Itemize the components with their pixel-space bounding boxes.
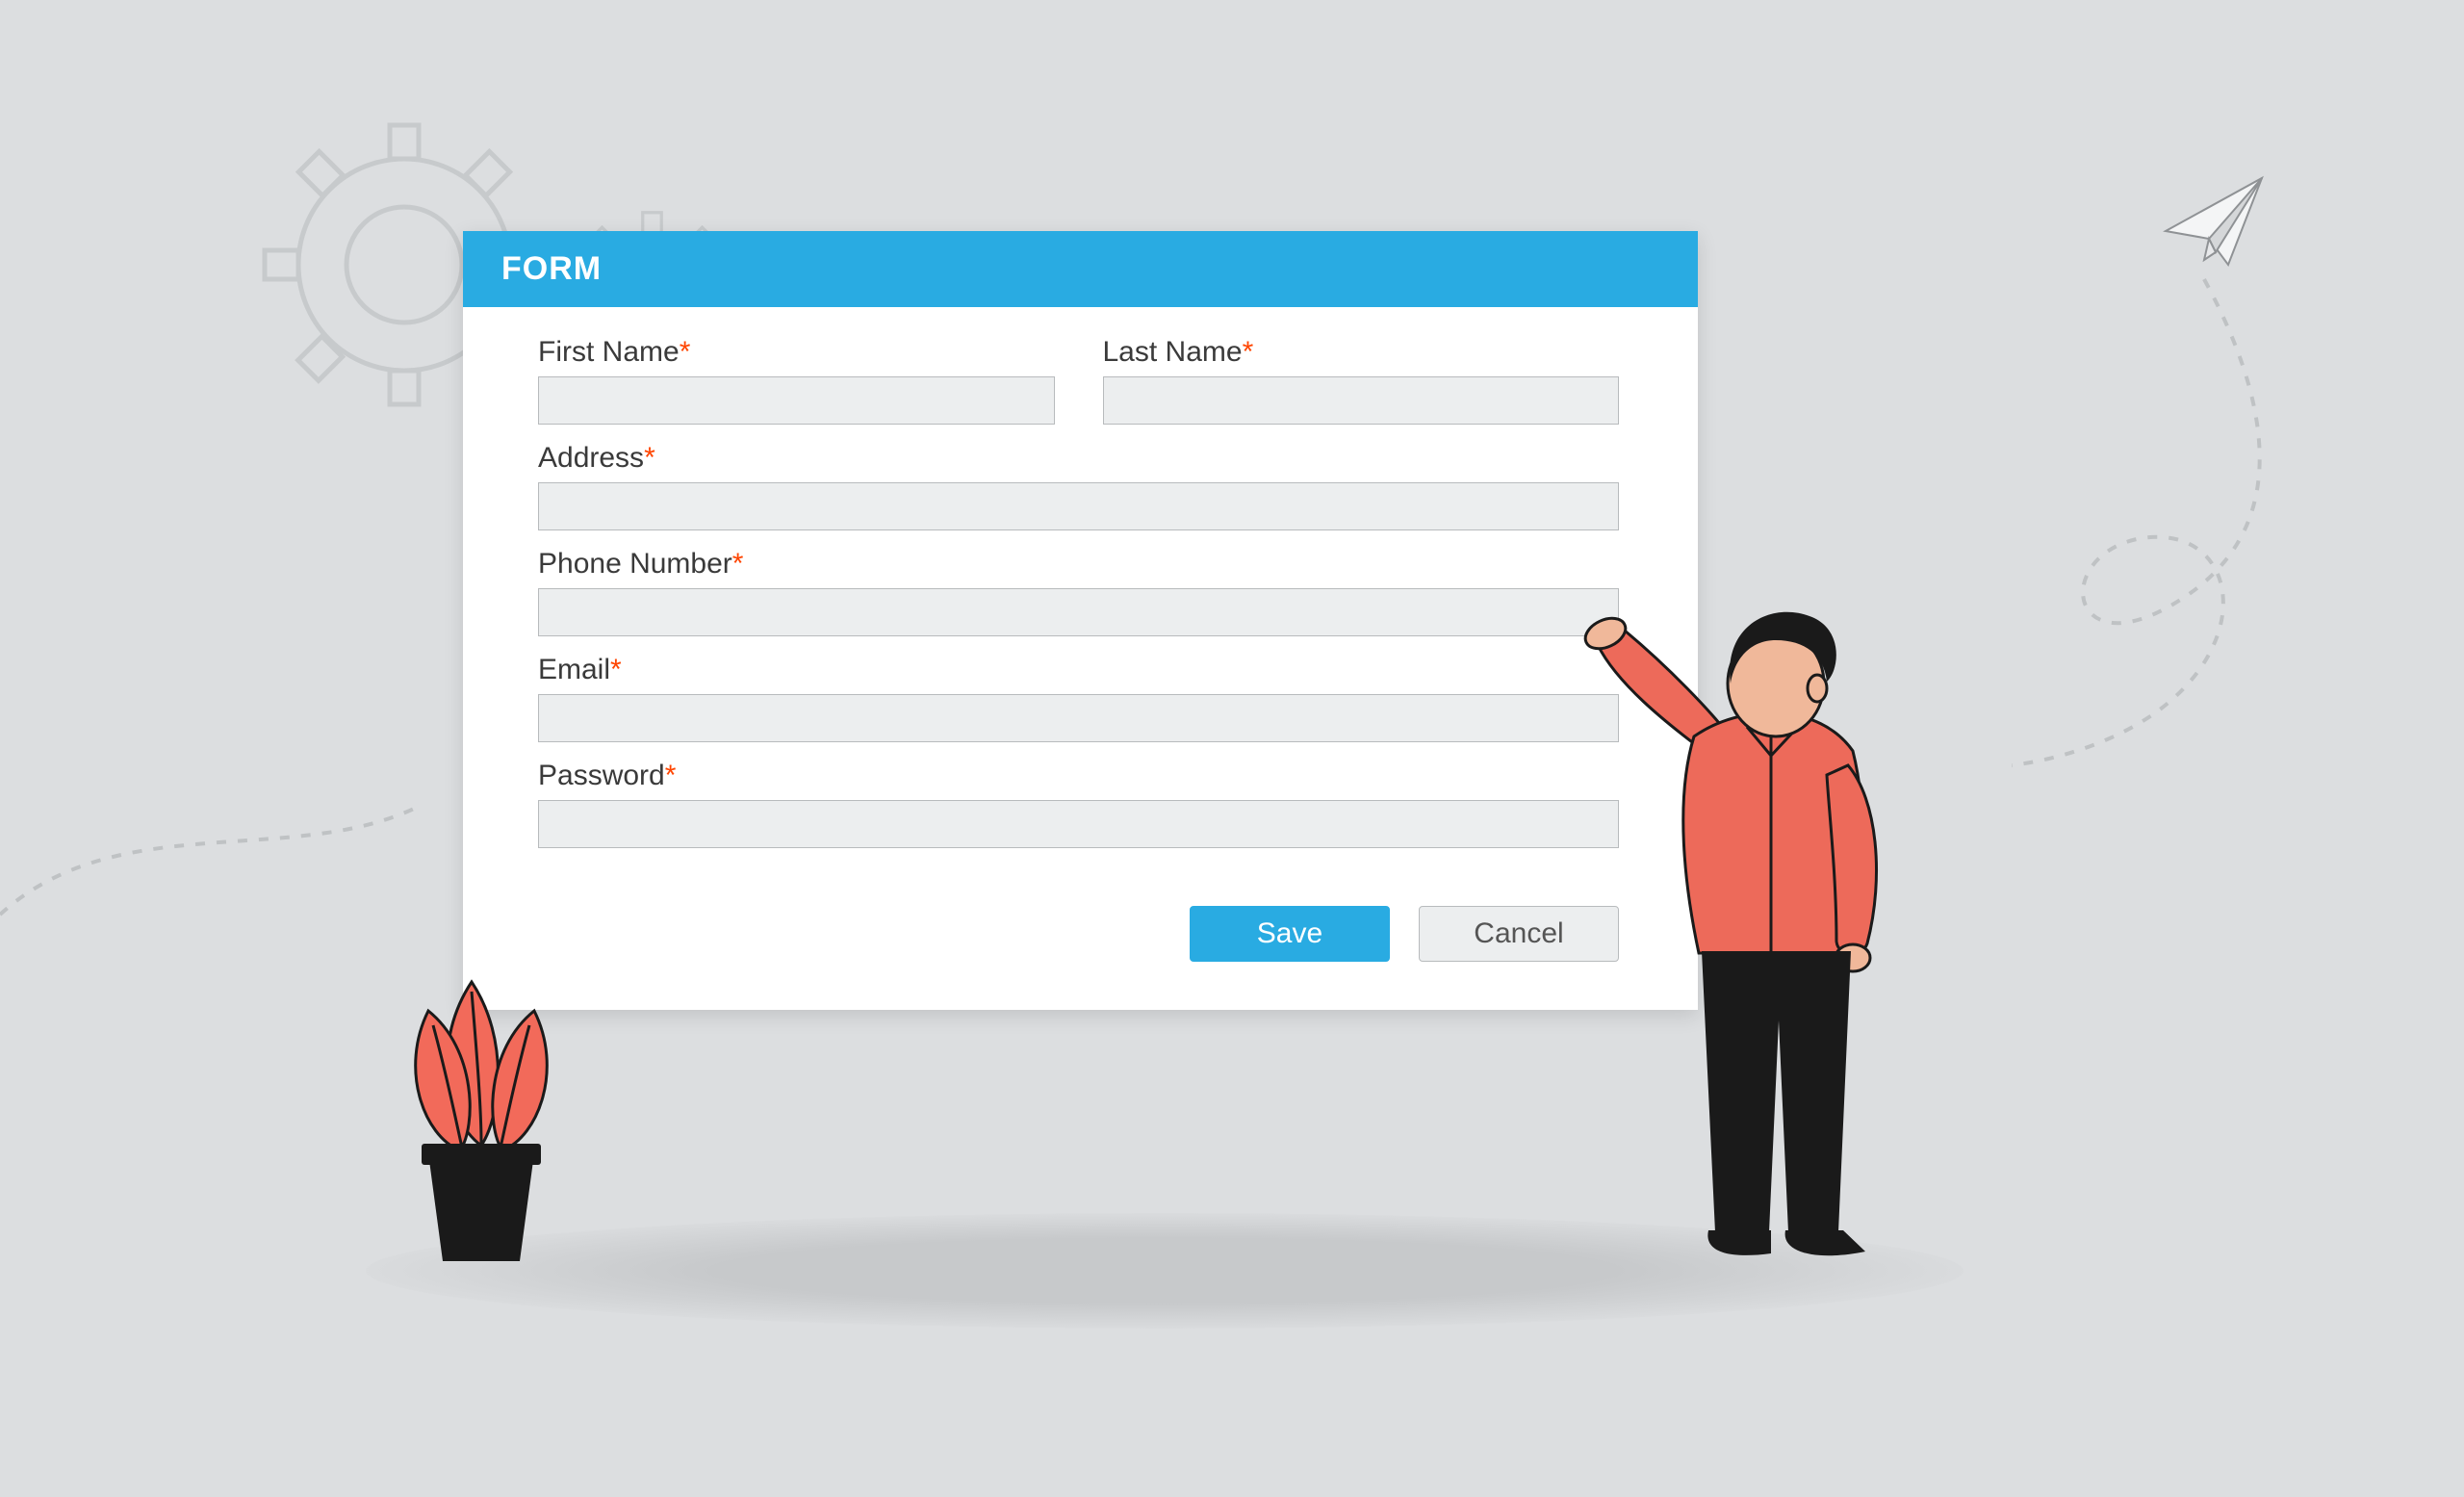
- paper-plane-icon: [2156, 164, 2272, 279]
- last-name-label-text: Last Name: [1103, 336, 1243, 368]
- dashed-line-decoration: [0, 799, 414, 1011]
- password-label-text: Password: [538, 760, 665, 791]
- save-button[interactable]: Save: [1190, 906, 1390, 962]
- last-name-label: Last Name*: [1103, 336, 1620, 369]
- form-actions: Save Cancel: [538, 906, 1619, 962]
- phone-label: Phone Number*: [538, 548, 1619, 581]
- address-label: Address*: [538, 442, 1619, 475]
- email-label: Email*: [538, 654, 1619, 686]
- address-label-text: Address: [538, 442, 644, 474]
- dashed-path-decoration: [2012, 270, 2320, 770]
- first-name-label-text: First Name: [538, 336, 680, 368]
- required-marker: *: [644, 442, 655, 474]
- required-marker: *: [1243, 336, 1254, 368]
- form-title: FORM: [463, 231, 1698, 307]
- phone-input[interactable]: [538, 588, 1619, 636]
- cancel-button[interactable]: Cancel: [1419, 906, 1619, 962]
- password-label: Password*: [538, 760, 1619, 792]
- ground-shadow: [366, 1213, 1964, 1329]
- email-input[interactable]: [538, 694, 1619, 742]
- required-marker: *: [680, 336, 691, 368]
- form-card: FORM First Name* Last Name* Address*: [463, 231, 1698, 1010]
- password-input[interactable]: [538, 800, 1619, 848]
- required-marker: *: [610, 654, 622, 685]
- required-marker: *: [732, 548, 744, 580]
- required-marker: *: [665, 760, 677, 791]
- address-input[interactable]: [538, 482, 1619, 530]
- last-name-input[interactable]: [1103, 376, 1620, 425]
- phone-label-text: Phone Number: [538, 548, 732, 580]
- form-body: First Name* Last Name* Address*: [463, 307, 1698, 1010]
- first-name-input[interactable]: [538, 376, 1055, 425]
- email-label-text: Email: [538, 654, 610, 685]
- first-name-label: First Name*: [538, 336, 1055, 369]
